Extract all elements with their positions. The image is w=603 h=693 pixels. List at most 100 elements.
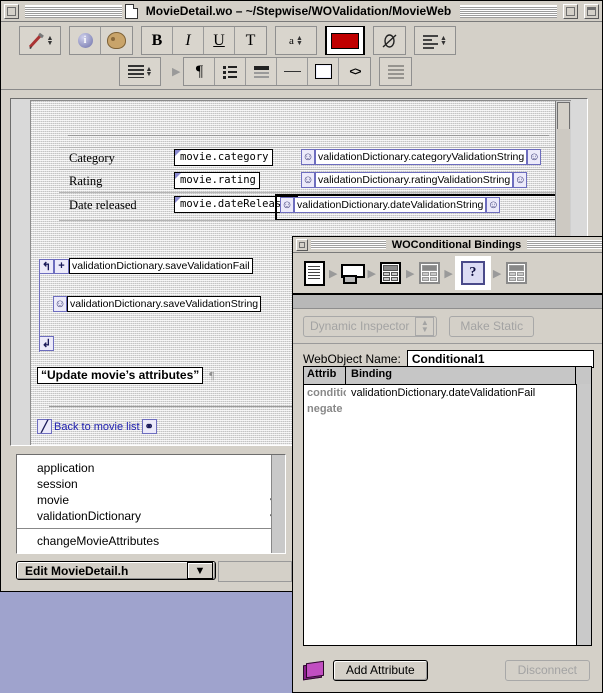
form-elements-icon[interactable]: ▲ ▼ bbox=[120, 58, 160, 85]
pilcrow-mark: ¶ bbox=[209, 369, 215, 382]
disconnect-label: Disconnect bbox=[517, 663, 577, 677]
list-item[interactable]: changeMovieAttributes bbox=[17, 533, 285, 549]
block-icon[interactable] bbox=[246, 58, 278, 85]
main-window-titlebar[interactable]: MovieDetail.wo – ~/Stepwise/WOValidation… bbox=[1, 1, 602, 22]
list-item[interactable]: application bbox=[17, 460, 285, 476]
font-size-stepper[interactable]: ▲ ▼ bbox=[296, 35, 303, 47]
make-static-button[interactable]: Make Static bbox=[449, 315, 535, 337]
stepper-icon[interactable]: ▲ ▼ bbox=[415, 316, 435, 336]
table-selected-path-icon[interactable] bbox=[416, 259, 442, 287]
person-icon: ☺ bbox=[527, 149, 542, 165]
variable-list[interactable]: application session movie ┳ validationDi… bbox=[16, 454, 286, 554]
underline-icon[interactable]: U bbox=[204, 27, 235, 54]
validation-category[interactable]: ☺ validationDictionary.categoryValidatio… bbox=[301, 149, 542, 165]
validation-date[interactable]: ☺ validationDictionary.dateValidationStr… bbox=[280, 197, 501, 213]
column-header-attrib: Attrib bbox=[304, 367, 346, 384]
info-icon[interactable]: i bbox=[70, 27, 101, 54]
conditional-close[interactable]: ↲ bbox=[39, 336, 54, 351]
validation-rating[interactable]: ☺ validationDictionary.ratingValidationS… bbox=[301, 172, 528, 188]
font-size-icon[interactable]: a ▲ ▼ bbox=[276, 27, 316, 54]
path-separator-icon: ▶ bbox=[492, 267, 502, 280]
toolbar-group-forms: ▲ ▼ bbox=[119, 57, 161, 86]
window-path-icon[interactable] bbox=[339, 259, 366, 287]
zoom-button[interactable] bbox=[563, 3, 579, 19]
link-icon[interactable] bbox=[374, 27, 405, 54]
bottom-panel: application session movie ┳ validationDi… bbox=[10, 450, 292, 585]
close-icon[interactable] bbox=[296, 238, 308, 251]
form-elements-stepper[interactable]: ▲ ▼ bbox=[146, 66, 153, 78]
back-link-label: Back to movie list bbox=[54, 420, 140, 433]
table-path-icon[interactable] bbox=[378, 259, 404, 287]
inspector-titlebar[interactable]: WOConditional Bindings bbox=[293, 237, 603, 253]
toolbar-group-link bbox=[373, 26, 406, 55]
dynamic-inspector-popup[interactable]: Dynamic Inspector ▲ ▼ bbox=[303, 315, 438, 337]
path-separator-icon: ▶ bbox=[367, 267, 376, 280]
bold-icon[interactable]: B bbox=[142, 27, 173, 54]
row-divider-3 bbox=[59, 220, 563, 221]
raw-html-icon[interactable]: <> bbox=[339, 58, 371, 85]
info-glyph: i bbox=[77, 33, 93, 48]
cell-attrib: condition bbox=[307, 387, 346, 399]
list-item[interactable]: session bbox=[17, 476, 285, 492]
plus-icon: + bbox=[54, 258, 69, 274]
italic-icon[interactable]: I bbox=[173, 27, 204, 54]
column-header-spacer bbox=[575, 367, 591, 384]
back-link-element[interactable]: ╱ Back to movie list ⚭ bbox=[37, 419, 157, 434]
add-attribute-button[interactable]: Add Attribute bbox=[333, 659, 428, 681]
field-movie-category[interactable]: movie.category bbox=[174, 149, 273, 166]
disconnect-button[interactable]: Disconnect bbox=[504, 659, 590, 681]
table-row[interactable]: condition validationDictionary.dateValid… bbox=[304, 385, 591, 401]
window-title: MovieDetail.wo – ~/Stepwise/WOValidation… bbox=[145, 4, 452, 18]
text-style-icon[interactable]: T bbox=[235, 27, 266, 54]
inspector-actions-row: Dynamic Inspector ▲ ▼ Make Static bbox=[293, 309, 602, 344]
conditional-question-icon[interactable]: ? bbox=[454, 256, 491, 290]
box-icon[interactable] bbox=[308, 58, 340, 85]
variable-list-scrollbar[interactable] bbox=[271, 455, 285, 553]
palette-icon[interactable] bbox=[101, 27, 132, 54]
conditional-inner-text: validationDictionary.saveValidationStrin… bbox=[67, 296, 262, 312]
submit-button-element[interactable]: “Update movie’s attributes” ¶ bbox=[37, 367, 214, 384]
titlebar-stripe-right bbox=[460, 4, 558, 18]
list-item-label: session bbox=[37, 477, 78, 491]
edit-header-popup-button[interactable]: Edit MovieDetail.h ▼ bbox=[16, 561, 216, 580]
list-item[interactable]: validationDictionary ┳ bbox=[17, 508, 285, 524]
align-icon[interactable]: ▲ ▼ bbox=[415, 27, 455, 54]
conditional-open[interactable]: ↰ + validationDictionary.saveValidationF… bbox=[39, 258, 253, 274]
validation-rating-text: validationDictionary.ratingValidationStr… bbox=[315, 172, 514, 188]
conditional-end-icon: ↲ bbox=[39, 336, 54, 351]
brush-stepper[interactable]: ▲ ▼ bbox=[47, 35, 54, 47]
color-swatch-icon[interactable] bbox=[327, 27, 363, 54]
align-stepper[interactable]: ▲ ▼ bbox=[440, 35, 447, 47]
table-end-path-icon[interactable] bbox=[503, 259, 529, 287]
list-item-label: validationDictionary bbox=[37, 509, 142, 523]
document-path-icon[interactable] bbox=[301, 259, 327, 287]
dynamic-inspector-label: Dynamic Inspector bbox=[310, 319, 410, 333]
person-icon: ☺ bbox=[280, 197, 294, 213]
book-icon[interactable] bbox=[303, 660, 324, 680]
field-movie-rating[interactable]: movie.rating bbox=[174, 172, 260, 189]
attribute-table-scrollbar[interactable] bbox=[576, 384, 591, 645]
paragraph-icon[interactable]: ¶ bbox=[184, 58, 216, 85]
inspector-gray-bar bbox=[293, 295, 602, 309]
conditional-open-binding: validationDictionary.saveValidationFail bbox=[69, 258, 253, 274]
collapse-button[interactable] bbox=[584, 3, 600, 19]
link-icon: ╱ bbox=[37, 419, 52, 434]
attribute-bindings-table[interactable]: Attrib Binding condition validationDicti… bbox=[303, 366, 592, 646]
close-button[interactable] bbox=[4, 3, 19, 19]
toolbar-group-blocks: ¶ <> bbox=[183, 57, 372, 86]
chevron-down-icon[interactable]: ▼ bbox=[187, 562, 213, 579]
horizontal-rule-icon[interactable] bbox=[277, 58, 309, 85]
scrollbar-thumb[interactable] bbox=[557, 102, 570, 130]
table-icon[interactable] bbox=[380, 58, 412, 85]
label-category: Category bbox=[69, 151, 115, 165]
list-item[interactable]: movie ┳ bbox=[17, 492, 285, 508]
list-icon[interactable] bbox=[215, 58, 247, 85]
table-row[interactable]: negate bbox=[304, 401, 591, 417]
list-item-label: changeMovieAttributes bbox=[37, 534, 160, 548]
conditional-inner-string[interactable]: ☺ validationDictionary.saveValidationStr… bbox=[53, 296, 262, 312]
screen: MovieDetail.wo – ~/Stepwise/WOValidation… bbox=[0, 0, 603, 693]
cell-binding bbox=[346, 401, 591, 417]
column-header-binding: Binding bbox=[351, 368, 392, 380]
brush-icon[interactable]: ▲ ▼ bbox=[20, 27, 60, 54]
list-separator bbox=[17, 528, 285, 529]
